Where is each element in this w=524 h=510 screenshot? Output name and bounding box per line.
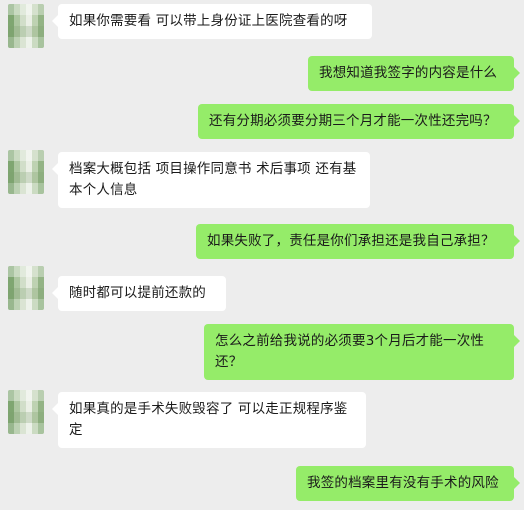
message-text: 如果失败了，责任是你们承担还是我自己承担？ (207, 233, 495, 249)
contact-avatar[interactable] (8, 150, 44, 194)
message-bubble[interactable]: 如果失败了，责任是你们承担还是我自己承担？ (196, 224, 520, 259)
message-bubble[interactable]: 还有分期必须要分期三个月才能一次性还完吗？ (198, 104, 520, 139)
message-text: 我想知道我签字的内容是什么 (319, 65, 498, 81)
message-bubble[interactable]: 随时都可以提前还款的 (52, 276, 226, 311)
contact-avatar[interactable] (8, 266, 44, 310)
message-text: 如果你需要看 可以带上身份证上医院查看的呀 (69, 13, 348, 29)
message-text: 档案大概包括 项目操作同意书 术后事项 还有基本个人信息 (69, 161, 357, 198)
contact-avatar[interactable] (8, 390, 44, 434)
message-bubble[interactable]: 我签的档案里有没有手术的风险 (296, 466, 520, 501)
message-bubble[interactable]: 档案大概包括 项目操作同意书 术后事项 还有基本个人信息 (52, 152, 370, 208)
contact-avatar[interactable] (8, 4, 44, 48)
chat-window: 如果你需要看 可以带上身份证上医院查看的呀 我想知道我签字的内容是什么 还有分期… (0, 0, 524, 510)
message-text: 如果真的是手术失败毁容了 可以走正规程序鉴定 (69, 401, 348, 438)
message-bubble[interactable]: 怎么之前给我说的必须要3个月后才能一次性还？ (204, 324, 520, 380)
message-bubble[interactable]: 如果真的是手术失败毁容了 可以走正规程序鉴定 (52, 392, 366, 448)
message-text: 随时都可以提前还款的 (69, 285, 206, 301)
message-text: 我签的档案里有没有手术的风险 (307, 475, 499, 491)
message-bubble[interactable]: 我想知道我签字的内容是什么 (308, 56, 520, 91)
message-bubble[interactable]: 如果你需要看 可以带上身份证上医院查看的呀 (52, 4, 372, 39)
message-text: 还有分期必须要分期三个月才能一次性还完吗？ (209, 113, 497, 129)
message-text: 怎么之前给我说的必须要3个月后才能一次性还？ (215, 333, 485, 370)
